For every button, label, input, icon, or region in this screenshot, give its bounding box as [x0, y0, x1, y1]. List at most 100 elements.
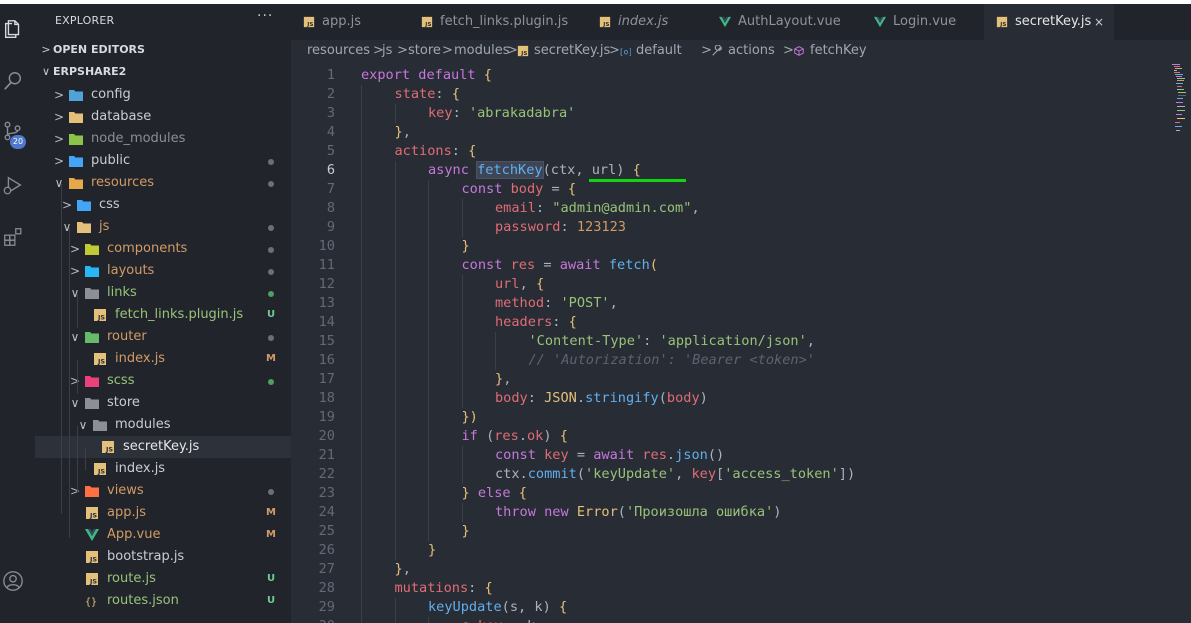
tree-item[interactable]: > components: [35, 238, 291, 260]
code-token: =: [543, 181, 568, 197]
indent-guide: [428, 218, 429, 237]
indent-guide: [361, 313, 362, 332]
tab-fetch-links-plugin-js[interactable]: JS fetch_links.plugin.js: [409, 4, 587, 40]
tab-login-vue[interactable]: Login.vue: [862, 4, 984, 40]
code-token: :: [451, 143, 469, 159]
minimap-line: [1178, 92, 1187, 93]
tree-item[interactable]: ∨ links: [35, 282, 291, 304]
tree-item[interactable]: > scss: [35, 370, 291, 392]
code-token: }: [394, 124, 403, 140]
tree-item[interactable]: App.vue M: [35, 524, 291, 546]
tree-item[interactable]: JS app.js M: [35, 502, 291, 524]
code-token: }: [461, 485, 478, 501]
explorer-more-button[interactable]: ···: [257, 8, 273, 24]
tab-app-js[interactable]: JS app.js: [291, 4, 409, 40]
tree-item[interactable]: {} routes.json U: [35, 590, 291, 612]
line-number: 21: [318, 447, 335, 463]
tree-item[interactable]: > database: [35, 106, 291, 128]
tree-item-label: views: [107, 483, 144, 498]
line-number: 5: [326, 143, 335, 159]
line-number: 17: [318, 371, 335, 387]
indent-guide: [361, 85, 362, 104]
tree-item[interactable]: JS fetch_links.plugin.js U: [35, 304, 291, 326]
minimap-line: [1176, 83, 1184, 84]
svg-text:{}: {}: [85, 597, 97, 607]
minimap-line: [1177, 98, 1183, 99]
run-debug-icon[interactable]: [2, 174, 24, 196]
tree-item[interactable]: > node_modules: [35, 128, 291, 150]
tree-item[interactable]: ∨ js: [35, 216, 291, 238]
tree-item[interactable]: ∨ resources: [35, 172, 291, 194]
folder-icon: [85, 244, 99, 255]
indent-guide: [461, 370, 463, 389]
indent-guide: [361, 142, 362, 161]
tree-item[interactable]: ∨ modules: [35, 414, 291, 436]
project-section[interactable]: ∨ ERPSHARE2: [39, 62, 289, 82]
tree-item[interactable]: > views: [35, 480, 291, 502]
code-token: commit: [527, 466, 577, 482]
breadcrumb-item[interactable]: secretKey.js: [534, 40, 610, 62]
tree-item[interactable]: ∨ router: [35, 326, 291, 348]
code-token: // 'Autorization': 'Bearer <token>': [528, 352, 815, 368]
tree-item[interactable]: > layouts: [35, 260, 291, 282]
breadcrumb-item[interactable]: store: [408, 40, 441, 62]
tree-item[interactable]: > config: [35, 84, 291, 106]
code-token: .: [519, 466, 528, 482]
tree-item-label: js: [99, 219, 110, 234]
tree-item[interactable]: > public: [35, 150, 291, 172]
vue-file-icon: [719, 16, 731, 28]
tree-item[interactable]: JS bootstrap.js: [35, 546, 291, 568]
code-token: else: [477, 485, 519, 501]
explorer-icon[interactable]: [2, 18, 24, 40]
extensions-icon[interactable]: [2, 226, 24, 248]
tree-item[interactable]: JS secretKey.js: [35, 436, 291, 458]
search-icon[interactable]: [2, 70, 24, 92]
indent-guide: [461, 503, 463, 522]
git-status-badge: M: [266, 529, 276, 540]
indent-guide: [461, 218, 463, 237]
tree-item-label: css: [99, 197, 120, 212]
chevron-right-icon: >: [53, 88, 65, 102]
tree-item[interactable]: > css: [35, 194, 291, 216]
breadcrumb-item[interactable]: modules: [454, 40, 510, 62]
breadcrumb-item[interactable]: actions: [728, 40, 775, 62]
vue-file-icon: [85, 529, 99, 541]
indent-guide: [361, 522, 362, 541]
code-token: (: [576, 466, 586, 482]
line-number: 15: [318, 333, 335, 349]
svg-text:JS: JS: [97, 468, 105, 476]
minimap-line: [1177, 86, 1182, 87]
code-line: 13 method: 'POST',: [291, 294, 1171, 313]
minimap-line: [1173, 70, 1178, 71]
tab-index-js[interactable]: JS index.js: [587, 4, 707, 40]
close-icon[interactable]: ×: [1094, 4, 1104, 40]
open-editors-section[interactable]: > OPEN EDITORS: [39, 40, 289, 60]
code-token: }): [461, 409, 478, 425]
line-number: 20: [318, 428, 335, 444]
tree-item[interactable]: JS route.js U: [35, 568, 291, 590]
breadcrumb-item[interactable]: fetchKey: [810, 40, 867, 62]
code-token: async: [428, 162, 478, 178]
code-token: ]): [838, 466, 856, 482]
code-line: 10}: [291, 237, 1171, 256]
code-token: =: [568, 447, 594, 463]
tree-item[interactable]: JS index.js: [35, 458, 291, 480]
tab-authlayout-vue[interactable]: AuthLayout.vue: [707, 4, 862, 40]
code-token: new: [544, 504, 577, 520]
js-file-icon: JS: [86, 573, 98, 585]
tree-item[interactable]: JS index.js M: [35, 348, 291, 370]
code-token: }: [461, 238, 470, 254]
code-text: url, {: [495, 275, 544, 294]
tab-secretkey-js[interactable]: JS secretKey.js ×: [984, 4, 1114, 40]
breadcrumb-item[interactable]: js: [382, 40, 392, 62]
minimap[interactable]: [1172, 62, 1191, 142]
code-text: s.key = k: [462, 617, 536, 623]
tree-item[interactable]: ∨ store: [35, 392, 291, 414]
line-number: 13: [318, 295, 335, 311]
code-token: url: [591, 162, 617, 178]
code-editor[interactable]: 1 export default {2 state: {3 key: 'abrakad…: [291, 62, 1191, 623]
indent-guide: [361, 332, 362, 351]
breadcrumb-item[interactable]: resources: [307, 40, 370, 62]
breadcrumb-item[interactable]: default: [636, 40, 682, 62]
account-icon[interactable]: [2, 570, 24, 592]
